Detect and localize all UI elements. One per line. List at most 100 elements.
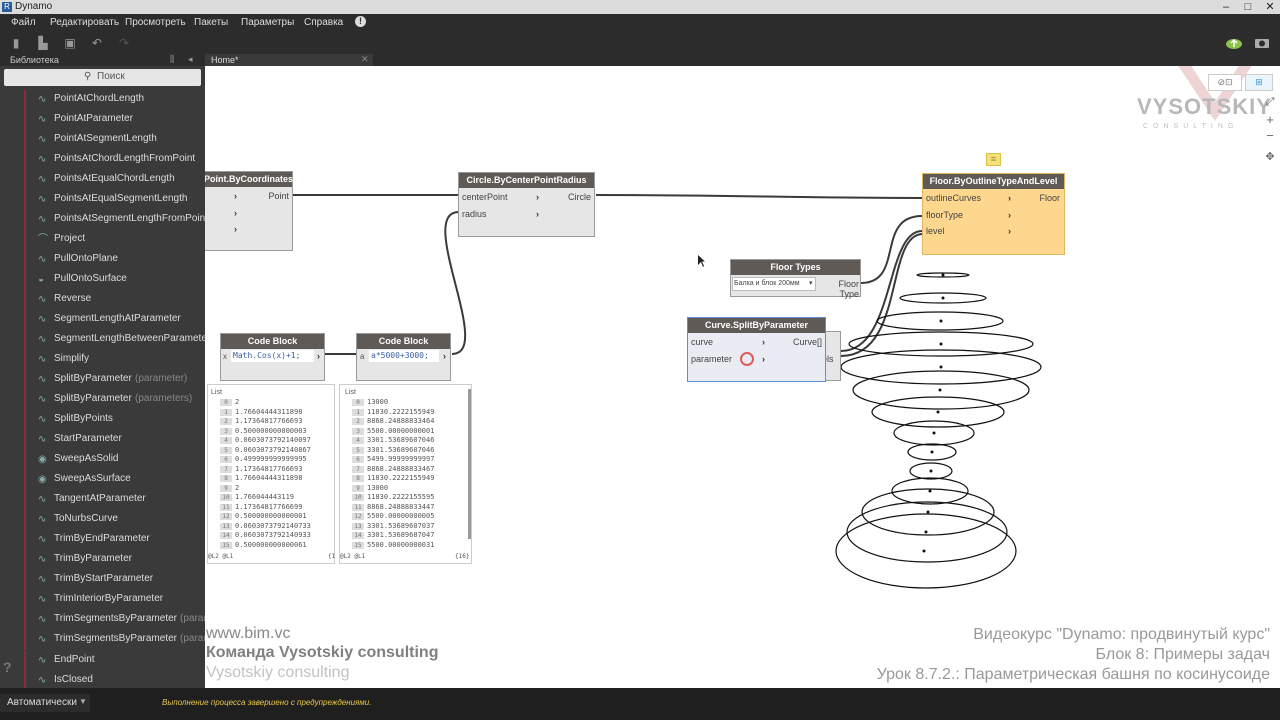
watch-row-index: 12 [220,513,232,520]
library-item[interactable]: ◉ SweepAsSurface [24,470,205,490]
run-mode-dropdown[interactable]: Автоматически ▼ [0,694,90,712]
library-item[interactable]: ∿ PointAtChordLength [24,90,205,110]
menu-packages[interactable]: Пакеты [194,17,228,28]
library-item[interactable]: ∿ ToNurbsCurve [24,510,205,530]
input-port-centerpoint[interactable]: centerPoint [462,192,508,202]
library-item[interactable]: ◉ SweepAsSolid [24,450,205,470]
library-item[interactable]: ∿ TangentAtParameter [24,490,205,510]
library-item-label: TrimByEndParameter [54,533,150,544]
library-item[interactable]: ∿ PointsAtChordLengthFromPoint [24,150,205,170]
input-port-floortype[interactable]: floorType [926,210,963,220]
zoom-out-icon[interactable]: − [1263,128,1277,143]
library-item[interactable]: ∿ SegmentLengthBetweenParameters [24,330,215,350]
library-item-param: (parameters) [135,393,193,404]
undo-icon[interactable]: ↶ [90,36,104,50]
menu-file[interactable]: Файл [11,17,36,28]
library-item[interactable]: ∿ PointAtSegmentLength [24,130,205,150]
camera-icon[interactable] [1254,37,1270,49]
tab-close-icon[interactable]: ✕ [361,54,369,65]
library-item-label: TrimByParameter [54,553,132,564]
input-port-radius[interactable]: radius [462,209,487,219]
input-port-a[interactable]: a [360,352,364,361]
cloud-upload-icon[interactable] [1224,36,1244,50]
library-item[interactable]: ∿ Reverse [24,290,205,310]
library-item[interactable]: ∿ PointsAtEqualChordLength [24,170,205,190]
library-item[interactable]: ∿ Simplify [24,350,205,370]
code-editor-2[interactable]: a*5000+3000; [369,350,439,362]
library-item[interactable]: ∿ SplitByPoints [24,410,205,430]
library-item[interactable]: ∿ SplitByParameter (parameters) [24,390,205,410]
new-file-icon[interactable]: ▮ [9,36,23,50]
tab-home[interactable]: Home* ✕ [205,54,373,66]
library-item[interactable]: ∿ SplitByParameter (parameter) [24,370,205,390]
library-item[interactable]: ∿ PullOntoPlane [24,250,205,270]
geometry-view-toggle[interactable]: ⊞ [1245,74,1273,91]
library-item[interactable]: ∿ PointsAtSegmentLengthFromPoint [24,210,208,230]
help-icon[interactable]: ? [3,659,12,675]
tower-center-points [922,273,945,553]
library-item[interactable]: ∿ StartParameter [24,430,205,450]
watch-scrollbar[interactable] [468,389,471,539]
input-port-x[interactable]: x [223,352,227,361]
library-item[interactable]: ∿ TrimInteriorByParameter [24,590,205,610]
library-item[interactable]: ∿ TrimByEndParameter [24,530,205,550]
output-port-curves[interactable]: Curve[] [780,337,822,347]
watch-row-index: 13 [220,522,232,530]
node-code-block-2[interactable]: Code Block a a*5000+3000; › [356,333,451,381]
library-item[interactable]: ⌒ Project [24,230,205,250]
input-port-level[interactable]: level [926,226,945,236]
floor-type-dropdown[interactable]: Балка и блок 200мм ▾ [732,277,816,291]
library-collapse-icon[interactable]: ◂ [188,54,193,65]
library-item-icon: ∿ [38,434,47,445]
tab-home-label: Home* [211,55,239,65]
input-port-curve[interactable]: curve [691,337,713,347]
maximize-button[interactable]: □ [1238,0,1258,14]
output-port-floor[interactable]: Floor [1018,193,1060,203]
library-item[interactable]: ∿ PointAtParameter [24,110,205,130]
watch-row-value: 1.17364817766699 [235,502,303,511]
node-floor-by-outline-type-and-level[interactable]: Floor.ByOutlineTypeAndLevel outlineCurve… [922,173,1065,255]
close-button[interactable]: ✕ [1260,0,1280,14]
menu-view[interactable]: Просмотреть [125,17,186,28]
library-item[interactable]: ∿ EndPoint [24,651,205,671]
input-port-outlinecurves[interactable]: outlineCurves [926,193,981,203]
zoom-fit-icon[interactable]: ⤢ [1263,96,1277,110]
output-port-floor-type[interactable]: Floor Type [817,279,859,299]
warning-tooltip-icon[interactable]: ≡ [986,153,1001,166]
library-item[interactable]: ◒ PullOntoSurface [24,270,205,290]
menu-help[interactable]: Справка [304,17,343,28]
node-floor-types[interactable]: Floor Types Балка и блок 200мм ▾ Floor T… [730,259,861,299]
node-circle-by-center-point-radius[interactable]: Circle.ByCenterPointRadius centerPoint ›… [458,172,595,237]
library-layout-icon[interactable]: ⫼ [170,54,174,65]
graph-canvas[interactable]: Point.ByCoordinates › › › Point Circle.B… [205,66,1280,688]
input-port-parameter[interactable]: parameter [691,354,732,364]
menu-settings[interactable]: Параметры [241,17,294,28]
node-curve-split-by-parameter[interactable]: Curve.SplitByParameter curve › parameter… [687,317,826,382]
library-item[interactable]: ∿ TrimByParameter [24,550,205,570]
library-search-input[interactable]: ⚲ Поиск [4,69,201,86]
watch-panel-2[interactable]: List 0 13000 1 11830.2222155949 2 8868.248888… [339,384,472,564]
menu-edit[interactable]: Редактировать [50,17,119,28]
library-item[interactable]: ∿ PointsAtEqualSegmentLength [24,190,205,210]
watch-row: 0 13000 [340,398,388,406]
zoom-in-icon[interactable]: + [1263,112,1277,127]
output-port-point[interactable]: Point [254,191,289,201]
library-item[interactable]: ∿TrimSegmentsByParameter(parameter [24,630,229,650]
pan-icon[interactable]: ✥ [1263,150,1277,164]
output-port-circle[interactable]: Circle [549,192,591,202]
node-code-block-1[interactable]: Code Block x Math.Cos(x)+1; › [220,333,325,381]
watch-panel-1[interactable]: List 0 2 1 1.76604444311898 2 1.1736481776669… [207,384,335,564]
save-icon[interactable]: ▣ [63,36,77,50]
minimize-button[interactable]: – [1216,0,1236,14]
library-item[interactable]: ∿ SegmentLengthAtParameter [24,310,205,330]
chevron-down-icon: ▼ [79,697,87,706]
redo-icon[interactable]: ↷ [117,36,131,50]
open-file-icon[interactable]: ▙ [36,36,50,50]
library-item[interactable]: ∿ TrimByStartParameter [24,570,205,590]
code-editor-1[interactable]: Math.Cos(x)+1; [231,350,314,362]
library-item[interactable]: ∿TrimSegmentsByParameter(parameter [24,610,229,630]
library-item-label: PointsAtSegmentLengthFromPoint [54,213,208,224]
graph-view-toggle[interactable]: ⊘⊡ [1208,74,1242,91]
node-point-by-coordinates[interactable]: Point.ByCoordinates › › › Point [205,171,293,251]
notification-icon[interactable]: ! [355,16,366,27]
